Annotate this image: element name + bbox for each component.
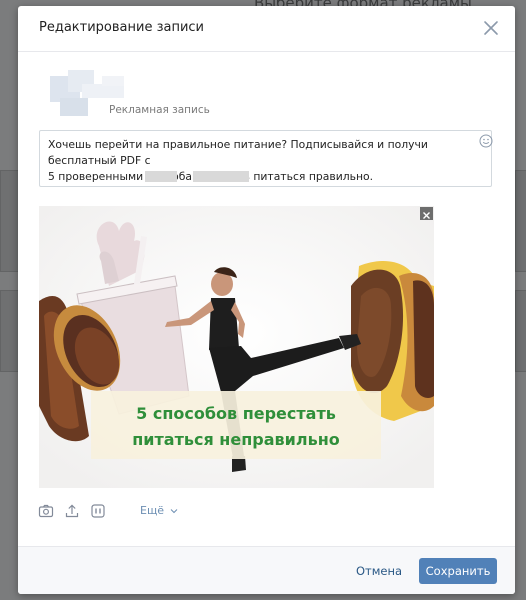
- poll-icon: [91, 504, 105, 518]
- chevron-down-icon: [170, 509, 177, 514]
- background-card: [0, 170, 20, 272]
- cancel-button[interactable]: Отмена: [356, 564, 402, 578]
- modal-title: Редактирование записи: [39, 20, 205, 35]
- redaction-block: [193, 171, 249, 182]
- poll-button[interactable]: [90, 503, 106, 519]
- smile-icon: [479, 134, 493, 148]
- attach-photo-button[interactable]: [38, 503, 54, 519]
- modal-footer: Отмена Сохранить: [18, 546, 515, 594]
- image-attachment: 5 способов перестать питаться неправильн…: [39, 206, 434, 488]
- remove-attachment-button[interactable]: [420, 207, 433, 220]
- upload-icon: [65, 504, 79, 518]
- close-button[interactable]: [481, 18, 501, 38]
- promo-image: 5 способов перестать питаться неправильн…: [39, 206, 434, 488]
- more-label: Ещё: [140, 504, 165, 517]
- redaction-block: [145, 171, 177, 182]
- modal-header: Редактирование записи: [18, 6, 515, 52]
- save-button[interactable]: Сохранить: [419, 558, 497, 584]
- post-text-field[interactable]: Хочешь перейти на правильное питание? По…: [39, 130, 492, 187]
- caption-line-2: питаться неправильно: [132, 430, 339, 449]
- edit-post-modal: Редактирование записи Рекламная запись Х…: [18, 6, 515, 594]
- ad-label: Рекламная запись: [109, 104, 210, 116]
- more-button[interactable]: Ещё: [140, 504, 178, 517]
- close-icon: [423, 212, 430, 219]
- background-card: [0, 290, 20, 372]
- caption-line-1: 5 способов перестать: [136, 404, 336, 423]
- background-card: [515, 290, 526, 372]
- upload-button[interactable]: [64, 503, 80, 519]
- close-icon: [484, 21, 498, 35]
- emoji-button[interactable]: [479, 133, 493, 148]
- camera-icon: [38, 504, 54, 518]
- background-card: [515, 170, 526, 272]
